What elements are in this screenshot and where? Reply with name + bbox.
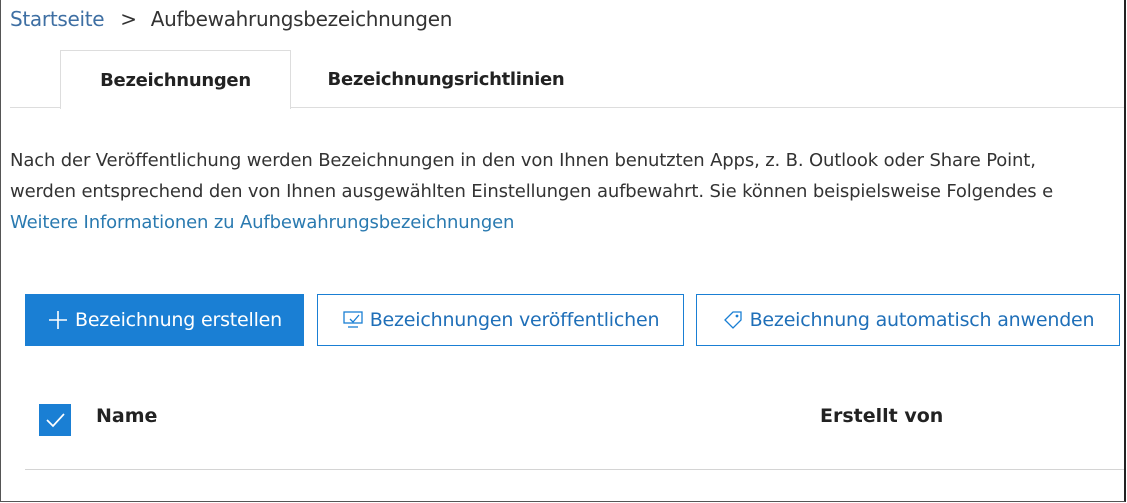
tag-icon	[722, 310, 744, 330]
description-line-1: Nach der Veröffentlichung werden Bezeich…	[10, 150, 1036, 171]
breadcrumb-current: Aufbewahrungsbezeichnungen	[150, 7, 453, 31]
plus-icon	[47, 309, 69, 331]
publish-labels-text: Bezeichnungen veröffentlichen	[369, 309, 660, 331]
auto-apply-label-button[interactable]: Bezeichnung automatisch anwenden	[696, 294, 1120, 346]
auto-apply-label-text: Bezeichnung automatisch anwenden	[749, 309, 1095, 331]
publish-icon	[342, 310, 364, 330]
create-label-button[interactable]: Bezeichnung erstellen	[25, 294, 304, 346]
description-line-2: werden entsprechend den von Ihnen ausgew…	[10, 181, 1054, 202]
create-label-text: Bezeichnung erstellen	[74, 309, 282, 331]
select-all-checkbox[interactable]	[39, 404, 71, 436]
column-header-name[interactable]: Name	[96, 405, 157, 427]
table-header-divider	[25, 469, 1124, 470]
column-header-created-by[interactable]: Erstellt von	[820, 405, 943, 427]
breadcrumb-home-link[interactable]: Startseite	[10, 7, 105, 31]
publish-labels-button[interactable]: Bezeichnungen veröffentlichen	[317, 294, 684, 346]
tab-label-policies[interactable]: Bezeichnungsrichtlinien	[301, 50, 591, 108]
breadcrumb-separator: >	[120, 7, 137, 31]
breadcrumb: Startseite > Aufbewahrungsbezeichnungen	[10, 7, 452, 31]
page-frame: Startseite > Aufbewahrungsbezeichnungen Be…	[0, 0, 1126, 502]
learn-more-link[interactable]: Weitere Informationen zu Aufbewahrungsbe…	[10, 207, 1053, 238]
checkmark-icon	[46, 413, 65, 428]
description: Nach der Veröffentlichung werden Bezeich…	[10, 145, 1053, 238]
tab-labels[interactable]: Bezeichnungen	[60, 50, 291, 109]
